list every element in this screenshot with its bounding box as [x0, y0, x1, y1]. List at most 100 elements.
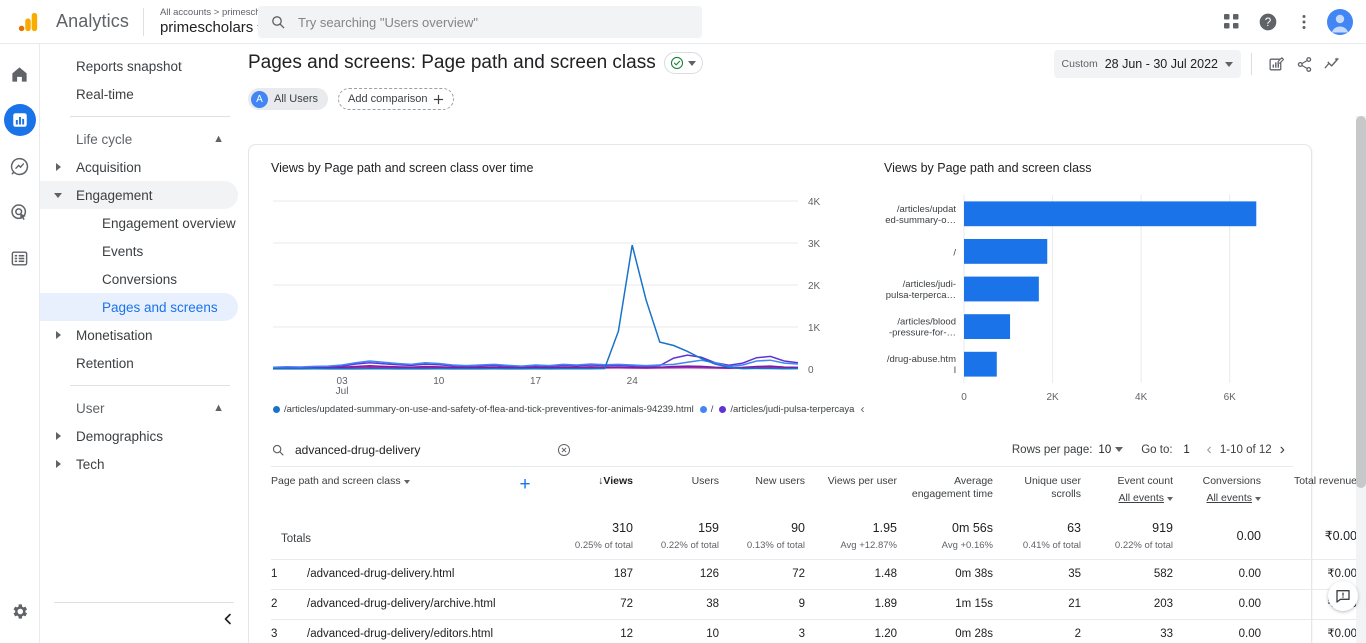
- rail-item-explore[interactable]: [4, 150, 36, 182]
- table-row[interactable]: 2 /advanced-drug-delivery/archive.html 7…: [271, 589, 1363, 619]
- apps-grid-icon[interactable]: [1216, 6, 1248, 38]
- th-unique-user-scrolls-label: Unique user scrolls: [1024, 475, 1081, 500]
- legend-entry[interactable]: /: [700, 404, 714, 415]
- avatar[interactable]: [1324, 6, 1356, 38]
- page-scrollbar-thumb[interactable]: [1356, 116, 1366, 488]
- totals-avg-engagement-value: 0m 56s: [903, 520, 993, 536]
- svg-text:-pressure-for-…: -pressure-for-…: [889, 328, 956, 339]
- legend-entry[interactable]: /articles/updated-summary-on-use-and-saf…: [273, 404, 694, 415]
- legend-dot: [719, 406, 726, 413]
- th-dimension[interactable]: Page path and screen class: [271, 467, 503, 513]
- rail-item-home[interactable]: [4, 58, 36, 90]
- sidebar-item-engagement-overview[interactable]: Engagement overview: [40, 209, 238, 237]
- collapse-sidebar-button[interactable]: [40, 613, 248, 625]
- sidebar-item-label: Demographics: [76, 429, 163, 444]
- legend-dot: [273, 406, 280, 413]
- insights-icon[interactable]: [1318, 50, 1346, 78]
- sidebar-item-real-time[interactable]: Real-time: [40, 80, 238, 108]
- table-pager: Rows per page: 10 Go to: 1 ‹ 1-10 of 12 …: [1012, 441, 1293, 459]
- rail-item-admin-gear-icon[interactable]: [4, 595, 36, 627]
- clear-circle-icon[interactable]: [557, 443, 571, 457]
- chevron-down-icon: [1225, 62, 1233, 67]
- svg-text:Jul: Jul: [336, 386, 349, 397]
- search-placeholder: Try searching "Users overview": [298, 15, 478, 30]
- row-spacer: [503, 589, 553, 619]
- global-search[interactable]: Try searching "Users overview": [258, 6, 702, 38]
- line-chart[interactable]: 01K2K3K4K03Jul101724: [271, 183, 846, 398]
- th-event-count[interactable]: Event count All events: [1087, 467, 1179, 513]
- search-input[interactable]: [295, 443, 535, 457]
- sidebar-item-label: Engagement: [76, 188, 153, 203]
- rows-per-page-value[interactable]: 10: [1098, 444, 1111, 456]
- chevron-down-icon[interactable]: [1115, 447, 1123, 452]
- th-users[interactable]: Users: [639, 467, 725, 513]
- edit-report-icon[interactable]: [1262, 50, 1290, 78]
- next-page-button[interactable]: ›: [1272, 441, 1293, 459]
- sidebar-group-label: Life cycle: [76, 132, 132, 147]
- row-path[interactable]: /advanced-drug-delivery.html: [307, 559, 503, 589]
- more-vert-icon[interactable]: [1288, 6, 1320, 38]
- sidebar-item-tech[interactable]: Tech: [40, 450, 238, 478]
- chevron-left-icon[interactable]: ‹: [860, 402, 864, 416]
- goto-input[interactable]: 1: [1179, 444, 1195, 456]
- th-unique-user-scrolls[interactable]: Unique user scrolls: [999, 467, 1087, 513]
- date-prefix-label: Custom: [1062, 58, 1098, 70]
- sidebar-item-conversions[interactable]: Conversions: [40, 265, 238, 293]
- sidebar-item-label: Events: [102, 244, 143, 259]
- sidebar-item-demographics[interactable]: Demographics: [40, 422, 238, 450]
- row-new-users: 9: [725, 589, 811, 619]
- line-chart-panel: Views by Page path and screen class over…: [271, 161, 866, 423]
- totals-total-revenue-value: ₹0.00: [1267, 528, 1357, 544]
- charts-row: Views by Page path and screen class over…: [249, 145, 1311, 427]
- date-and-actions: Custom 28 Jun - 30 Jul 2022: [1054, 50, 1346, 78]
- th-conversions[interactable]: Conversions All events: [1179, 467, 1267, 513]
- rail-item-reports[interactable]: [4, 104, 36, 136]
- sidebar-item-engagement[interactable]: Engagement: [40, 181, 238, 209]
- sidebar-group-user[interactable]: User ▲: [40, 394, 238, 422]
- sidebar-group-life-cycle[interactable]: Life cycle ▲: [40, 125, 238, 153]
- plus-icon[interactable]: +: [503, 475, 547, 494]
- report-status-badge[interactable]: [664, 52, 703, 74]
- triangle-down-icon: [54, 193, 62, 198]
- th-views[interactable]: ↓Views: [553, 467, 639, 513]
- table-row[interactable]: 3 /advanced-drug-delivery/editors.html 1…: [271, 619, 1363, 643]
- legend-entry[interactable]: /articles/judi-pulsa-terpercaya: [719, 404, 854, 415]
- row-avg-engagement-time: 0m 28s: [903, 619, 999, 643]
- th-total-revenue[interactable]: Total revenue: [1267, 467, 1363, 513]
- sidebar-item-pages-and-screens[interactable]: Pages and screens: [40, 293, 238, 321]
- rail-item-advertising[interactable]: [4, 196, 36, 228]
- th-event-count-sublink[interactable]: All events: [1118, 492, 1173, 505]
- table-header-row: Page path and screen class + ↓Views User…: [271, 467, 1363, 513]
- date-range-picker[interactable]: Custom 28 Jun - 30 Jul 2022: [1054, 50, 1241, 78]
- sidebar-item-reports-snapshot[interactable]: Reports snapshot: [40, 52, 238, 80]
- help-icon[interactable]: ?: [1252, 6, 1284, 38]
- chip-all-users[interactable]: A All Users: [248, 88, 328, 110]
- sidebar-item-label: Reports snapshot: [76, 59, 182, 74]
- table-search[interactable]: [271, 443, 571, 457]
- th-conversions-sublink[interactable]: All events: [1206, 492, 1261, 505]
- bar-chart[interactable]: 02K4K6K/articles/updated-summary-o…//art…: [884, 183, 1296, 423]
- sidebar-item-retention[interactable]: Retention: [40, 349, 238, 377]
- totals-unique-scrolls-sub: 0.41% of total: [999, 540, 1081, 552]
- th-new-users[interactable]: New users: [725, 467, 811, 513]
- sidebar-item-monetisation[interactable]: Monetisation: [40, 321, 238, 349]
- th-views-per-user[interactable]: Views per user: [811, 467, 903, 513]
- triangle-right-icon: [56, 163, 61, 171]
- row-spacer: [503, 559, 553, 589]
- sidebar-item-events[interactable]: Events: [40, 237, 238, 265]
- totals-avg-engagement-time: 0m 56s Avg +0.16%: [903, 513, 999, 559]
- th-conversions-label: Conversions: [1179, 475, 1261, 488]
- share-icon[interactable]: [1290, 50, 1318, 78]
- add-comparison-button[interactable]: Add comparison: [338, 88, 454, 110]
- th-add-column[interactable]: +: [503, 467, 553, 513]
- sidebar-item-label: Engagement overview: [102, 216, 236, 231]
- table-row[interactable]: 1 /advanced-drug-delivery.html 187 126 7…: [271, 559, 1363, 589]
- th-avg-engagement-time[interactable]: Average engagement time: [903, 467, 999, 513]
- row-path[interactable]: /advanced-drug-delivery/archive.html: [307, 589, 503, 619]
- sidebar-item-acquisition[interactable]: Acquisition: [40, 153, 238, 181]
- prev-page-button[interactable]: ‹: [1199, 441, 1220, 459]
- row-path[interactable]: /advanced-drug-delivery/editors.html: [307, 619, 503, 643]
- rail-item-library[interactable]: [4, 242, 36, 274]
- row-avg-engagement-time: 0m 38s: [903, 559, 999, 589]
- feedback-button[interactable]: [1328, 581, 1358, 611]
